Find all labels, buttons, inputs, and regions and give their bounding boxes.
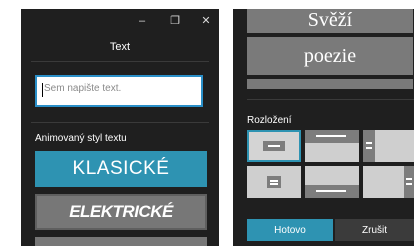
layout-top-bar-icon (305, 130, 359, 143)
cancel-button[interactable]: Zrušit (335, 219, 414, 241)
layout-tile-top[interactable] (305, 130, 359, 162)
animated-style-label: Animovaný styl textu (35, 133, 127, 144)
style-option-button[interactable] (35, 237, 207, 246)
style-svezi-label: Svěží (307, 9, 353, 31)
done-label: Hotovo (274, 224, 306, 236)
style-elektricke-button[interactable]: ELEKTRICKÉ (35, 194, 207, 230)
text-caret (42, 83, 43, 97)
layout-tile-center-small[interactable] (247, 166, 301, 198)
style-klasicke-button[interactable]: KLASICKÉ (35, 151, 207, 187)
close-icon[interactable]: ✕ (198, 13, 214, 29)
style-poezie-label: poezie (303, 45, 357, 67)
style-klasicke-label: KLASICKÉ (72, 158, 170, 179)
divider (31, 122, 209, 123)
layout-tile-right[interactable] (363, 166, 414, 198)
style-layout-panel: Svěží poezie Rozložení Hotovo Zrušit (233, 9, 414, 246)
layout-tile-center[interactable] (247, 130, 301, 162)
layout-left-equals-icon (363, 130, 375, 162)
layout-label: Rozložení (247, 115, 292, 126)
layout-tile-left[interactable] (363, 130, 414, 162)
style-poezie-button[interactable]: poezie (247, 37, 413, 75)
cancel-label: Zrušit (362, 224, 387, 236)
style-elektricke-label: ELEKTRICKÉ (69, 202, 173, 221)
divider (31, 61, 209, 62)
restore-icon[interactable]: ❐ (167, 13, 183, 29)
text-input-placeholder: Sem napište text. (44, 83, 122, 94)
panel-title: Text (109, 41, 131, 53)
text-editor-panel: – ❐ ✕ Text Sem napište text. Animovaný s… (21, 9, 219, 246)
layout-center-small-box-icon (267, 176, 281, 188)
title-bar: – ❐ ✕ (21, 9, 219, 33)
layout-bottom-bar-icon (305, 185, 359, 198)
style-option-button[interactable] (247, 79, 413, 89)
layout-right-equals-icon (404, 166, 414, 198)
style-svezi-button[interactable]: Svěží (247, 9, 413, 33)
divider (247, 99, 414, 100)
minimize-icon[interactable]: – (134, 13, 150, 29)
text-input[interactable]: Sem napište text. (35, 75, 203, 107)
done-button[interactable]: Hotovo (247, 219, 333, 241)
layout-center-box-icon (263, 141, 285, 151)
layout-tile-bottom[interactable] (305, 166, 359, 198)
